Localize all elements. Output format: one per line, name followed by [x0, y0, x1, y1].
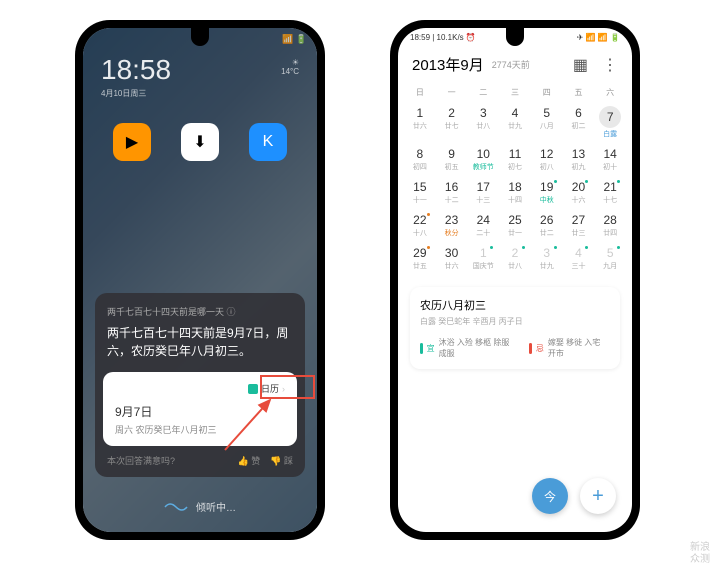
calendar-day[interactable]: 21十七: [594, 176, 626, 209]
calendar-day[interactable]: 19中秋: [531, 176, 563, 209]
weekday: 一: [436, 87, 468, 98]
calendar-icon: [248, 384, 258, 394]
assistant-answer: 两千七百七十四天前是9月7日，周六，农历癸巳年八月初三。: [107, 324, 293, 360]
calendar-day[interactable]: 6初二: [563, 102, 595, 143]
weekday-header: 日一二三四五六: [398, 83, 632, 102]
phone-right: 18:59 | 10.1K/s ⏰ ✈ 📶 📶 🔋 2013年9月 2774天前…: [390, 20, 640, 540]
calendar-day[interactable]: 5九月: [594, 242, 626, 275]
calendar-day[interactable]: 26廿二: [531, 209, 563, 242]
calendar-day[interactable]: 12初八: [531, 143, 563, 176]
status-left: 18:59 | 10.1K/s ⏰: [410, 33, 476, 42]
app-store[interactable]: ⬇: [181, 123, 219, 161]
phone-left: 📶 🔋 18:58 4月10日周三 ☀14°C ▶ ⬇ K 两千七百七十四天前是…: [75, 20, 325, 540]
weekday: 二: [467, 87, 499, 98]
clock-time: 18:58: [101, 54, 171, 86]
month-title[interactable]: 2013年9月: [412, 54, 484, 75]
weather-widget[interactable]: ☀14°C: [281, 58, 299, 76]
ji-section: 忌 嫁娶 移徙 入宅 开市: [529, 337, 610, 359]
app-tencent-video[interactable]: ▶: [113, 123, 151, 161]
calendar-day[interactable]: 3廿八: [467, 102, 499, 143]
calendar-day[interactable]: 5八月: [531, 102, 563, 143]
like-button[interactable]: 👍 赞: [238, 454, 261, 467]
calendar-day[interactable]: 27廿三: [563, 209, 595, 242]
feedback-row: 本次回答满意吗? 👍 赞 👎 踩: [95, 454, 305, 477]
yi-indicator: [420, 343, 423, 354]
calendar-day[interactable]: 16十二: [436, 176, 468, 209]
ji-indicator: [529, 343, 532, 354]
calendar-day[interactable]: 14初十: [594, 143, 626, 176]
calendar-day[interactable]: 30廿六: [436, 242, 468, 275]
view-toggle-icon[interactable]: ▦: [573, 55, 588, 75]
calendar-day[interactable]: 9初五: [436, 143, 468, 176]
clock-date: 4月10日周三: [101, 88, 146, 99]
screen-left: 📶 🔋 18:58 4月10日周三 ☀14°C ▶ ⬇ K 两千七百七十四天前是…: [83, 28, 317, 532]
calendar-header: 2013年9月 2774天前 ▦ ⋮: [398, 46, 632, 83]
add-event-button[interactable]: +: [580, 478, 616, 514]
calendar-day[interactable]: 1国庆节: [467, 242, 499, 275]
calendar-day[interactable]: 4廿九: [499, 102, 531, 143]
calendar-grid: 1廿六2廿七3廿八4廿九5八月6初二7白露 8初四9初五10教师节11初七12初八…: [398, 102, 632, 275]
app-kugou[interactable]: K: [249, 123, 287, 161]
calendar-day[interactable]: 1廿六: [404, 102, 436, 143]
app-row: ▶ ⬇ K: [83, 123, 317, 161]
more-icon[interactable]: ⋮: [602, 55, 618, 75]
calendar-day[interactable]: 11初七: [499, 143, 531, 176]
weekday: 四: [531, 87, 563, 98]
day-detail-card[interactable]: 农历八月初三 白露 癸巳蛇年 辛酉月 丙子日 宜 沐浴 入殓 移柩 除服 成服 …: [410, 287, 620, 369]
calendar-day[interactable]: 18十四: [499, 176, 531, 209]
weekday: 三: [499, 87, 531, 98]
fab-container: 今 +: [532, 478, 616, 514]
today-button[interactable]: 今: [532, 478, 568, 514]
calendar-day[interactable]: 3廿九: [531, 242, 563, 275]
calendar-day[interactable]: 24二十: [467, 209, 499, 242]
annotation-arrow: [220, 395, 280, 455]
calendar-day[interactable]: 8初四: [404, 143, 436, 176]
detail-sub: 白露 癸巳蛇年 辛酉月 丙子日: [420, 316, 610, 327]
yi-section: 宜 沐浴 入殓 移柩 除服 成服: [420, 337, 517, 359]
calendar-day[interactable]: 17十三: [467, 176, 499, 209]
status-right: 📶 🔋: [282, 34, 307, 45]
notch: [191, 28, 209, 46]
calendar-day[interactable]: 22十八: [404, 209, 436, 242]
calendar-day[interactable]: 7白露: [594, 102, 626, 143]
calendar-day[interactable]: 2廿八: [499, 242, 531, 275]
watermark: 新浪众测: [690, 542, 710, 566]
calendar-day[interactable]: 20十六: [563, 176, 595, 209]
calendar-day[interactable]: 15十一: [404, 176, 436, 209]
calendar-day[interactable]: 2廿七: [436, 102, 468, 143]
listening-indicator: 倾听中…: [83, 499, 317, 514]
calendar-day[interactable]: 29廿五: [404, 242, 436, 275]
assistant-question: 两千七百七十四天前是哪一天 ⓘ: [107, 305, 293, 318]
calendar-day[interactable]: 25廿一: [499, 209, 531, 242]
screen-right: 18:59 | 10.1K/s ⏰ ✈ 📶 📶 🔋 2013年9月 2774天前…: [398, 28, 632, 532]
notch: [506, 28, 524, 46]
calendar-day[interactable]: 28廿四: [594, 209, 626, 242]
feedback-question: 本次回答满意吗?: [107, 454, 175, 467]
status-right: ✈ 📶 📶 🔋: [577, 33, 620, 42]
calendar-day[interactable]: 10教师节: [467, 143, 499, 176]
wave-icon: [164, 501, 188, 513]
weekday: 五: [563, 87, 595, 98]
weekday: 日: [404, 87, 436, 98]
calendar-day[interactable]: 23秋分: [436, 209, 468, 242]
detail-title: 农历八月初三: [420, 297, 610, 313]
calendar-day[interactable]: 13初九: [563, 143, 595, 176]
dislike-button[interactable]: 👎 踩: [270, 454, 293, 467]
weekday: 六: [594, 87, 626, 98]
days-ago: 2774天前: [492, 58, 530, 71]
calendar-day[interactable]: 4三十: [563, 242, 595, 275]
